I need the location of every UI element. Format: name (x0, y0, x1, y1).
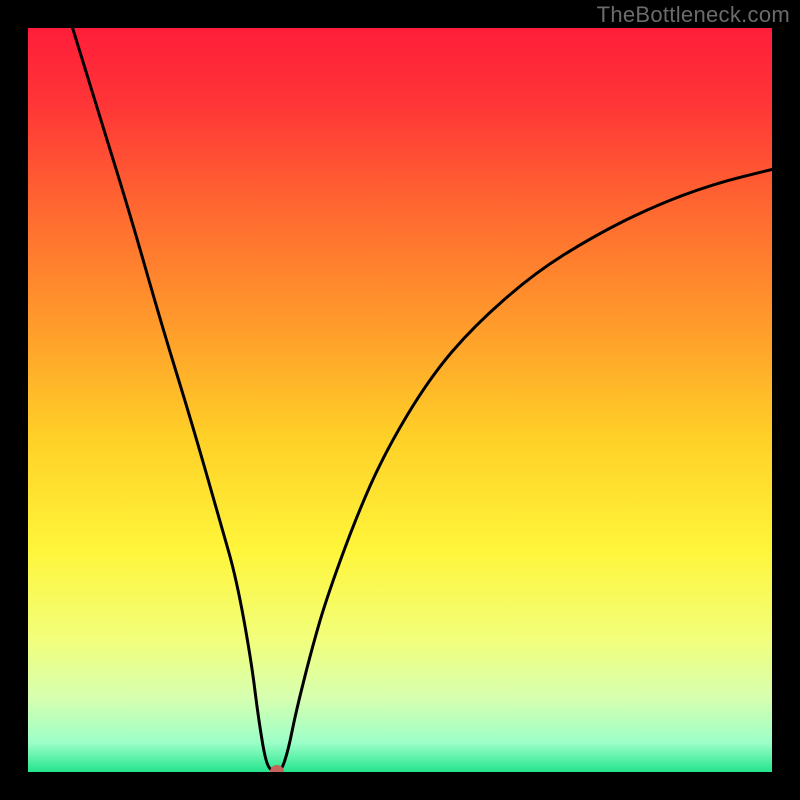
watermark-text: TheBottleneck.com (597, 2, 790, 28)
optimum-marker (270, 765, 284, 772)
curve-layer (28, 28, 772, 772)
bottleneck-curve (73, 28, 772, 772)
plot-area (28, 28, 772, 772)
chart-frame: TheBottleneck.com (0, 0, 800, 800)
